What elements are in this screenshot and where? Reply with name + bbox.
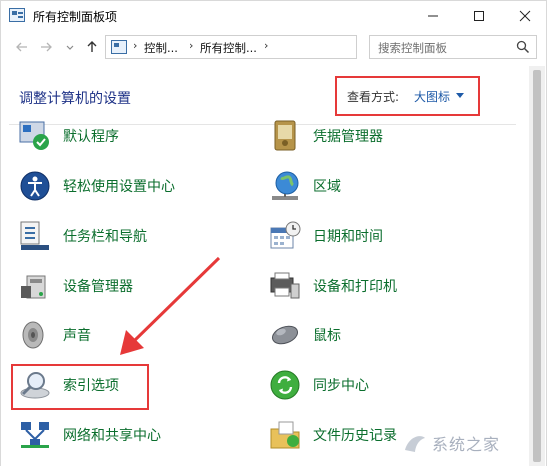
annotation-arrow <box>120 256 221 355</box>
watermark: 系统之家 <box>402 420 547 466</box>
watermark-text: 系统之家 <box>432 435 501 454</box>
scrollbar-thumb[interactable] <box>533 70 541 462</box>
vertical-scrollbar[interactable] <box>529 66 545 466</box>
watermark-logo-icon <box>405 436 425 452</box>
